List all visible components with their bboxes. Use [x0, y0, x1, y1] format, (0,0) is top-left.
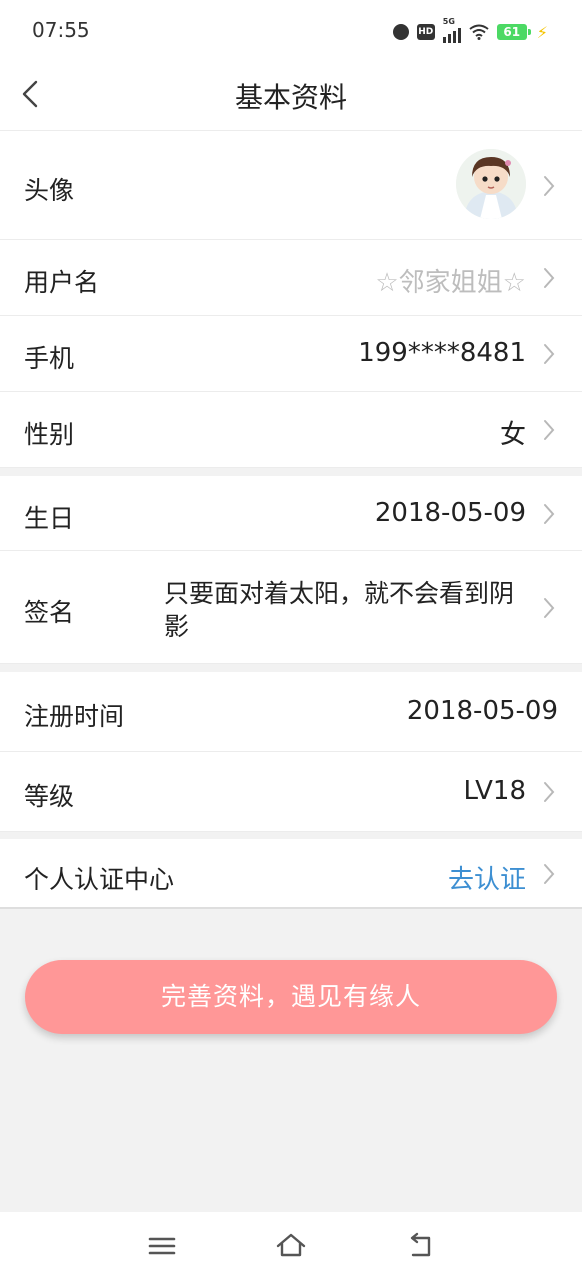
- avatar-label: 头像: [24, 176, 75, 205]
- username-row[interactable]: 用户名 ☆邻家姐姐☆: [0, 240, 582, 316]
- wifi-icon: [469, 24, 489, 40]
- username-label: 用户名: [24, 268, 100, 297]
- system-nav-bar: [0, 1212, 582, 1280]
- complete-profile-button[interactable]: 完善资料，遇见有缘人: [25, 960, 557, 1034]
- status-bar: 07:55 HD 5G 61 ⚡: [0, 0, 582, 62]
- signature-row[interactable]: 签名 只要面对着太阳，就不会看到阴影: [0, 551, 582, 664]
- nav-bar: 基本资料: [0, 62, 582, 131]
- birthday-label: 生日: [24, 504, 75, 533]
- phone-label: 手机: [24, 344, 75, 373]
- avatar-row[interactable]: 头像: [0, 131, 582, 240]
- chevron-right-icon: [544, 782, 555, 802]
- hd-icon: HD: [416, 24, 435, 40]
- signature-value: 只要面对着太阳，就不会看到阴影: [164, 579, 515, 641]
- level-value: LV18: [463, 776, 527, 806]
- phone-row[interactable]: 手机 199****8481: [0, 316, 582, 392]
- back-nav-icon[interactable]: [404, 1230, 436, 1262]
- chevron-right-icon: [544, 268, 555, 288]
- signal-icon: 5G: [442, 17, 461, 43]
- signal-label: 5G: [442, 17, 455, 26]
- verification-row[interactable]: 个人认证中心 去认证: [0, 839, 582, 909]
- gender-row[interactable]: 性别 女: [0, 392, 582, 468]
- battery-icon: 61: [496, 24, 531, 40]
- register-time-label: 注册时间: [24, 702, 125, 731]
- phone-value: 199****8481: [358, 338, 526, 368]
- verification-label: 个人认证中心: [24, 865, 175, 894]
- chevron-right-icon: [544, 176, 555, 196]
- charging-icon: ⚡: [536, 22, 548, 42]
- chevron-right-icon: [544, 864, 555, 884]
- level-row[interactable]: 等级 LV18: [0, 752, 582, 832]
- verify-link[interactable]: 去认证: [448, 859, 526, 896]
- avatar[interactable]: [456, 149, 526, 219]
- chevron-right-icon: [544, 504, 555, 524]
- home-icon[interactable]: [275, 1230, 307, 1262]
- register-time-value: 2018-05-09: [406, 696, 558, 726]
- status-icons: HD 5G 61 ⚡: [392, 17, 548, 44]
- page-title: 基本资料: [234, 81, 347, 114]
- gender-label: 性别: [24, 420, 75, 449]
- birthday-row[interactable]: 生日 2018-05-09: [0, 476, 582, 551]
- chevron-right-icon: [544, 344, 555, 364]
- register-time-row: 注册时间 2018-05-09: [0, 672, 582, 752]
- chevron-right-icon: [544, 598, 555, 618]
- username-value: ☆邻家姐姐☆: [375, 268, 526, 298]
- chevron-right-icon: [544, 420, 555, 440]
- menu-icon[interactable]: [146, 1230, 178, 1262]
- level-label: 等级: [24, 782, 75, 811]
- signature-label: 签名: [24, 598, 75, 627]
- birthday-value: 2018-05-09: [374, 498, 526, 528]
- status-time: 07:55: [32, 18, 90, 42]
- gender-value: 女: [499, 420, 526, 450]
- alarm-icon: [392, 24, 409, 40]
